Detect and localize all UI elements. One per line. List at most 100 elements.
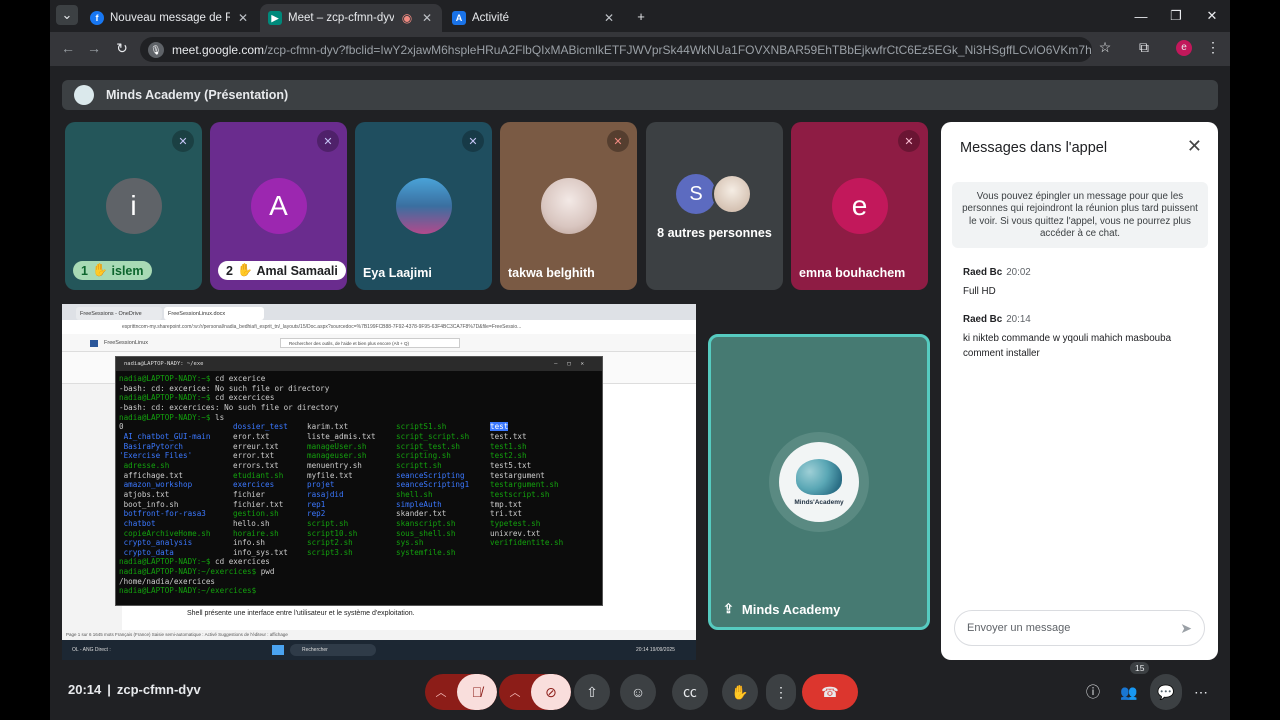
participant-tile-islem[interactable]: ✕ i 1 ✋ islem [65, 122, 202, 290]
terminal-prompt: nadia@LAPTOP-NADY:~/exercices$ [119, 567, 257, 577]
meeting-code: zcp-cfmn-dyv [116, 682, 201, 697]
terminal-line: nadia@LAPTOP-NADY:~/exercices$ [119, 586, 599, 596]
ls-entry: errors.txt [233, 460, 279, 470]
participant-tile-emna-bouhachem[interactable]: ✕ e emna bouhachem [791, 122, 928, 290]
ls-row: crypto_analysis info.sh script2.sh sys.sh ve… [119, 538, 599, 548]
chat-message-input[interactable]: Envoyer un message ➤ [954, 610, 1205, 646]
terminal-line: nadia@LAPTOP-NADY:~/exercices$ pwd [119, 567, 599, 577]
terminal-window: nadia@LAPTOP-NADY: ~/exe —□✕ nadia@LAPTO… [115, 356, 603, 606]
leave-call-button[interactable]: ☎ [802, 674, 858, 710]
tab-search-button[interactable]: ⌄ [56, 5, 78, 25]
terminal-line: nadia@LAPTOP-NADY:~$ cd exercices [119, 557, 599, 567]
captions-button[interactable]: ㏄ [672, 674, 708, 710]
ls-entry: etudiant.sh [233, 470, 284, 480]
window-controls: —□✕ [554, 361, 594, 367]
address-bar[interactable]: 🎙 meet.google.com/zcp-cfmn-dyv?fbclid=Iw… [140, 37, 1092, 62]
audio-options-chevron-icon[interactable]: ︿ [425, 674, 457, 710]
minimize-button[interactable]: — [1130, 6, 1152, 26]
ls-entry: script.sh [307, 518, 349, 528]
profile-avatar[interactable]: e [1176, 40, 1192, 56]
ls-entry: copieArchiveHome.sh [119, 528, 211, 538]
mic-muted-icon: ✕ [172, 130, 194, 152]
shared-screen: FreeSessions - OneDrive FreeSessionLinux… [62, 304, 696, 660]
extensions-icon[interactable]: ⧉ [1134, 39, 1154, 56]
close-tab-icon[interactable]: ✕ [236, 11, 250, 25]
meeting-time: 20:14 [68, 682, 102, 697]
ls-entry: manageuser.sh [307, 451, 367, 461]
terminal-line: /home/nadia/exercices [119, 576, 216, 586]
shared-tab: FreeSessionLinux.docx [164, 307, 264, 320]
terminal-line: nadia@LAPTOP-NADY:~$ ls [119, 413, 599, 423]
activities-button[interactable]: ⋯ [1188, 674, 1214, 710]
camera-control-group: ︿ ⊘ [499, 674, 571, 710]
new-tab-button[interactable]: + [630, 6, 652, 26]
ls-entry: script_script.sh [396, 431, 470, 441]
ls-entry: unixrev.txt [490, 528, 541, 538]
ls-row: adresse.sh errors.txt menuentry.sh scriptt.… [119, 461, 599, 471]
back-button[interactable]: ← [58, 40, 78, 56]
raised-hand-badge: 2 ✋ Amal Samaali [218, 261, 346, 280]
presenting-icon: ⇪ [723, 601, 734, 616]
ls-row: AI_chatbot_GUI-main eror.txt liste_admis.t… [119, 432, 599, 442]
avatar-photo [395, 178, 452, 234]
participant-tile-amal-samaali[interactable]: ✕ A 2 ✋ Amal Samaali [210, 122, 347, 290]
participant-tile-takwa-belghith[interactable]: ✕ takwa belghith [500, 122, 637, 290]
tab-facebook[interactable]: f Nouveau message de Rany dan ✕ [82, 4, 258, 32]
ls-row: crypto_data info_sys.txt script3.sh systemf… [119, 548, 599, 558]
ls-entry: amazon_workshop [119, 480, 193, 490]
avatar-photo [540, 178, 597, 234]
ls-entry: fichier [233, 489, 266, 499]
ls-entry: test.txt [490, 431, 527, 441]
close-tab-icon[interactable]: ✕ [602, 11, 616, 25]
ls-entry: testargument.sh [490, 480, 559, 490]
document-text: Shell présente une interface entre l'uti… [187, 610, 415, 617]
restore-button[interactable]: ❐ [1165, 6, 1187, 26]
emoji-button[interactable]: ☺ [620, 674, 656, 710]
terminal-prompt: nadia@LAPTOP-NADY:~$ [119, 557, 211, 567]
reload-button[interactable]: ↻ [112, 40, 132, 57]
windows-taskbar: OL - ANG Direct : H1 Rechercher 20:14 19… [62, 640, 696, 660]
ls-entry: rasajdid [307, 489, 344, 499]
pinned-presenter-tile[interactable]: Minds'Academy ⇪ Minds Academy [708, 334, 930, 630]
present-screen-button[interactable]: ⇧ [574, 674, 610, 710]
classroom-icon: A [452, 11, 466, 25]
tab-activite[interactable]: A Activité ✕ [444, 4, 624, 32]
meeting-info-button[interactable]: ⓘ [1080, 674, 1106, 710]
site-info-icon[interactable]: 🎙 [148, 42, 164, 58]
ls-entry: script2.sh [307, 538, 353, 548]
raised-hand-badge: 1 ✋ islem [73, 261, 152, 280]
close-window-button[interactable]: ✕ [1201, 6, 1223, 26]
raise-hand-button[interactable]: ✋ [722, 674, 758, 710]
presenter-avatar [74, 85, 94, 105]
send-icon[interactable]: ➤ [1180, 620, 1192, 637]
avatar: i [105, 178, 162, 234]
close-icon[interactable]: ✕ [1187, 136, 1202, 157]
tab-meet[interactable]: ▶ Meet – zcp-cfmn-dyv ◉ ✕ [260, 4, 442, 32]
avatar: A [250, 178, 307, 234]
chat-info-note: Vous pouvez épingler un message pour que… [952, 182, 1208, 248]
tab-bar: ⌄ f Nouveau message de Rany dan ✕ ▶ Meet… [50, 0, 1230, 32]
ls-row: 'Exercise Files' error.txt manageuser.sh sc… [119, 451, 599, 461]
ls-entry: gestion.sh [233, 509, 279, 519]
chat-button[interactable]: 💬 [1150, 674, 1182, 710]
mic-muted-icon: ✕ [898, 130, 920, 152]
ls-entry: systemfile.sh [396, 547, 456, 557]
ls-entry: scriptt.sh [396, 460, 442, 470]
participant-tile-eya-laajimi[interactable]: ✕ Eya Laajimi [355, 122, 492, 290]
shared-tab: FreeSessions - OneDrive [76, 307, 162, 320]
forward-button[interactable]: → [84, 40, 104, 56]
camera-toggle-button[interactable]: ⊘ [531, 674, 571, 710]
terminal-prompt: nadia@LAPTOP-NADY:~$ [119, 393, 211, 403]
menu-icon[interactable]: ⋮ [1203, 39, 1223, 56]
participant-tile-others[interactable]: S 8 autres personnes [646, 122, 783, 290]
mic-muted-icon: ✕ [317, 130, 339, 152]
mic-toggle-button[interactable]: 🎙̸ [457, 674, 497, 710]
close-tab-icon[interactable]: ✕ [420, 11, 434, 25]
ls-entry: atjobs.txt [119, 489, 170, 499]
more-options-button[interactable]: ⋮ [766, 674, 796, 710]
people-button[interactable]: 15 👥 [1116, 662, 1150, 710]
ls-entry: fichier.txt [233, 499, 284, 509]
meeting-controls: 20:14 | zcp-cfmn-dyv ︿ 🎙̸ ︿ ⊘ ⇧ ☺ ㏄ ✋ ⋮ ☎ … [50, 662, 1230, 720]
video-options-chevron-icon[interactable]: ︿ [499, 674, 531, 710]
bookmark-star-icon[interactable]: ☆ [1095, 39, 1115, 56]
